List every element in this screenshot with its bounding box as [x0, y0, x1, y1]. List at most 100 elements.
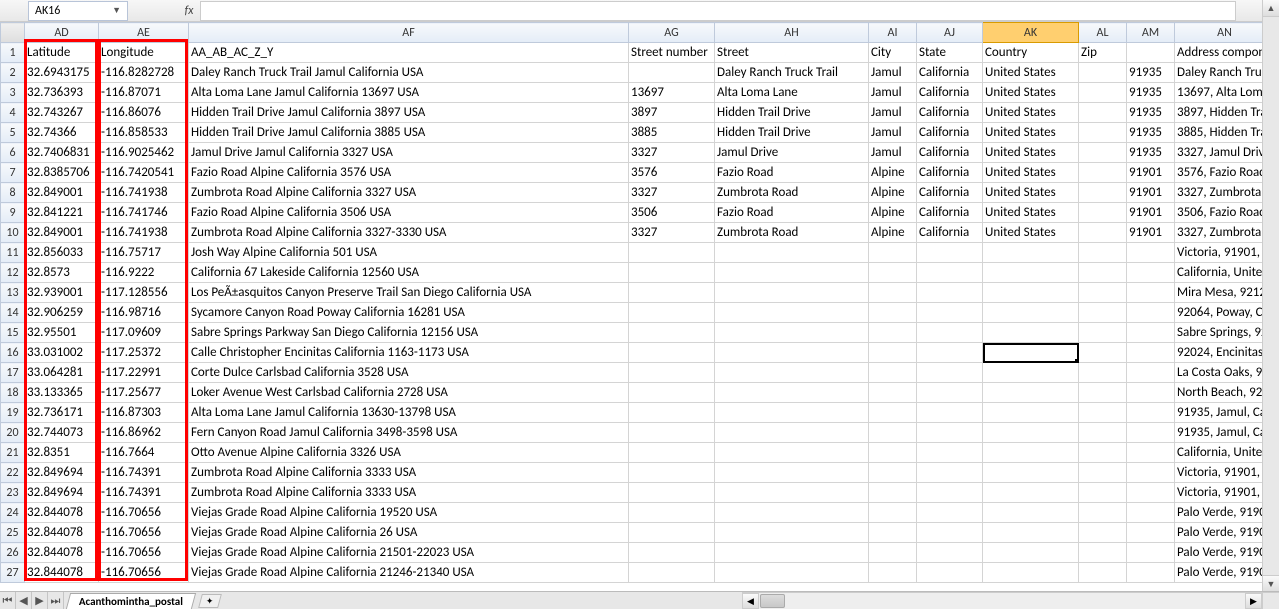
cell[interactable] — [1127, 523, 1175, 543]
cell[interactable] — [1127, 263, 1175, 283]
cell[interactable]: California — [917, 223, 983, 243]
cell[interactable]: -116.75717 — [99, 243, 189, 263]
cell[interactable] — [1079, 423, 1127, 443]
cell[interactable]: -116.741938 — [99, 183, 189, 203]
cell[interactable]: United States — [983, 183, 1079, 203]
cell[interactable] — [869, 483, 917, 503]
cell[interactable]: La Costa Oaks, 92009 — [1175, 363, 1263, 383]
cell[interactable] — [869, 323, 917, 343]
cell[interactable] — [983, 523, 1079, 543]
cell[interactable]: Hidden Trail Drive Jamul California 3885… — [189, 123, 629, 143]
cell[interactable]: 3885, Hidden Trail Dr — [1175, 123, 1263, 143]
cell[interactable]: Address component — [1175, 43, 1263, 63]
cell[interactable] — [869, 463, 917, 483]
row-header[interactable]: 3 — [1, 83, 25, 103]
scroll-down-icon[interactable]: ▼ — [1263, 575, 1279, 592]
cell[interactable]: 3327 — [629, 223, 715, 243]
cell[interactable]: 3576 — [629, 163, 715, 183]
scroll-right-icon[interactable]: ▶ — [1245, 593, 1262, 609]
cell[interactable] — [629, 543, 715, 563]
cell[interactable]: -117.25677 — [99, 383, 189, 403]
cell[interactable]: Fazio Road — [715, 163, 869, 183]
cell[interactable]: 3897, Hidden Trail Dr — [1175, 103, 1263, 123]
col-header-AN[interactable]: AN — [1175, 23, 1263, 43]
cell[interactable] — [1079, 283, 1127, 303]
cell[interactable] — [917, 543, 983, 563]
cell[interactable]: -117.25372 — [99, 343, 189, 363]
cell[interactable]: 32.856033 — [25, 243, 99, 263]
cell[interactable]: 32.8351 — [25, 443, 99, 463]
cell[interactable]: -116.87303 — [99, 403, 189, 423]
cell[interactable]: Los PeÃ±asquitos Canyon Preserve Trail S… — [189, 283, 629, 303]
cell[interactable]: 32.743267 — [25, 103, 99, 123]
cell[interactable]: United States — [983, 223, 1079, 243]
cell[interactable]: Fazio Road Alpine California 3576 USA — [189, 163, 629, 183]
cell[interactable] — [983, 543, 1079, 563]
cell[interactable]: 32.736393 — [25, 83, 99, 103]
cell[interactable] — [917, 323, 983, 343]
cell[interactable]: Latitude — [25, 43, 99, 63]
cell[interactable] — [983, 243, 1079, 263]
cell[interactable] — [983, 563, 1079, 583]
scroll-up-icon[interactable]: ▲ — [1263, 0, 1279, 17]
cell[interactable]: Josh Way Alpine California 501 USA — [189, 243, 629, 263]
cell[interactable]: Jamul Drive Jamul California 3327 USA — [189, 143, 629, 163]
cell[interactable]: Palo Verde, 91901, A — [1175, 563, 1263, 583]
cell[interactable]: Zumbrota Road — [715, 223, 869, 243]
cell[interactable]: -116.741938 — [99, 223, 189, 243]
row-header[interactable]: 2 — [1, 63, 25, 83]
cell[interactable]: Viejas Grade Road Alpine California 2124… — [189, 563, 629, 583]
cell[interactable] — [715, 243, 869, 263]
cell[interactable]: -116.7664 — [99, 443, 189, 463]
cell[interactable] — [715, 383, 869, 403]
cell[interactable]: United States — [983, 83, 1079, 103]
cell[interactable]: 3327 — [629, 183, 715, 203]
row-header[interactable]: 27 — [1, 563, 25, 583]
new-sheet-button[interactable]: ✦ — [198, 594, 222, 608]
cell[interactable]: Viejas Grade Road Alpine California 1952… — [189, 503, 629, 523]
cell[interactable] — [1127, 283, 1175, 303]
cell[interactable]: Viejas Grade Road Alpine California 2150… — [189, 543, 629, 563]
cell[interactable] — [629, 363, 715, 383]
cell[interactable] — [1079, 343, 1127, 363]
cell[interactable] — [629, 483, 715, 503]
cell[interactable]: 32.744073 — [25, 423, 99, 443]
cell[interactable]: California — [917, 143, 983, 163]
row-header[interactable]: 26 — [1, 543, 25, 563]
cell[interactable] — [715, 303, 869, 323]
cell[interactable]: -116.70656 — [99, 563, 189, 583]
col-header-AM[interactable]: AM — [1127, 23, 1175, 43]
cell[interactable] — [869, 303, 917, 323]
cell[interactable]: 32.8573 — [25, 263, 99, 283]
cell[interactable]: 91901 — [1127, 203, 1175, 223]
cell[interactable] — [629, 63, 715, 83]
cell[interactable]: 32.6943175 — [25, 63, 99, 83]
cell[interactable]: Zumbrota Road Alpine California 3327-333… — [189, 223, 629, 243]
cell[interactable]: -116.70656 — [99, 543, 189, 563]
cell[interactable] — [629, 283, 715, 303]
row-header[interactable]: 16 — [1, 343, 25, 363]
cell[interactable] — [1079, 523, 1127, 543]
cell[interactable]: Palo Verde, 91901, A — [1175, 523, 1263, 543]
cell[interactable] — [1079, 203, 1127, 223]
cell[interactable]: 3327, Zumbrota Roac — [1175, 183, 1263, 203]
cell[interactable]: 32.844078 — [25, 543, 99, 563]
cell[interactable]: Zip — [1079, 43, 1127, 63]
cell[interactable]: 91935, Jamul, Califor — [1175, 403, 1263, 423]
cell[interactable]: -116.74391 — [99, 463, 189, 483]
cell[interactable]: 3506, Fazio Road, Alp — [1175, 203, 1263, 223]
cell[interactable] — [983, 303, 1079, 323]
row-header[interactable]: 10 — [1, 223, 25, 243]
cell[interactable] — [629, 503, 715, 523]
cell[interactable] — [917, 483, 983, 503]
cell[interactable]: -116.86076 — [99, 103, 189, 123]
row-header[interactable]: 6 — [1, 143, 25, 163]
cell[interactable]: -116.858533 — [99, 123, 189, 143]
row-header[interactable]: 9 — [1, 203, 25, 223]
row-header[interactable]: 8 — [1, 183, 25, 203]
cell[interactable]: Mira Mesa, 92126, Sa — [1175, 283, 1263, 303]
cell[interactable]: -116.7420541 — [99, 163, 189, 183]
cell[interactable]: 32.736171 — [25, 403, 99, 423]
name-box[interactable]: AK16 ▼ — [28, 1, 128, 21]
cell[interactable]: -116.9222 — [99, 263, 189, 283]
